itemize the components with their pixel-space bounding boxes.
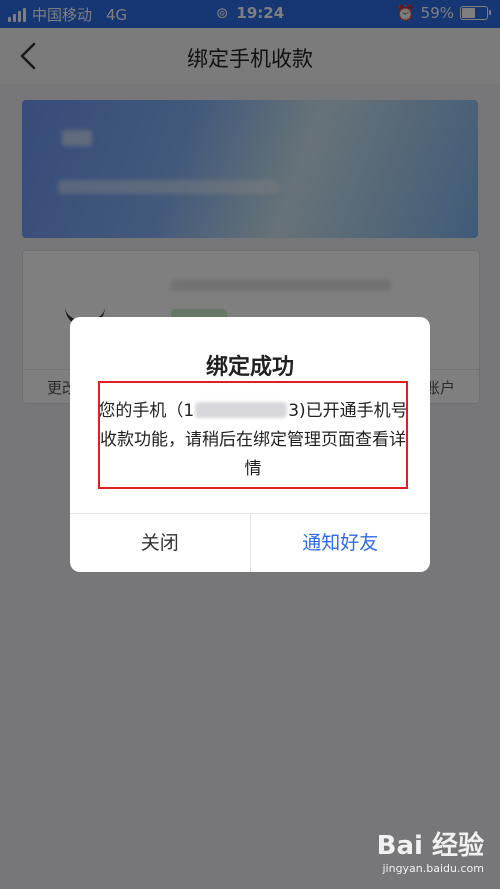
watermark-url: jingyan.baidu.com xyxy=(382,862,484,875)
annotation-highlight-box xyxy=(98,381,408,489)
close-button[interactable]: 关闭 xyxy=(70,514,251,572)
dialog-title: 绑定成功 xyxy=(205,355,294,380)
dialog-buttons: 关闭 通知好友 xyxy=(70,513,430,572)
notify-friends-button[interactable]: 通知好友 xyxy=(251,514,431,572)
watermark: Bai 经验 jingyan.baidu.com xyxy=(377,825,484,875)
watermark-logo: Bai 经验 xyxy=(376,831,484,861)
